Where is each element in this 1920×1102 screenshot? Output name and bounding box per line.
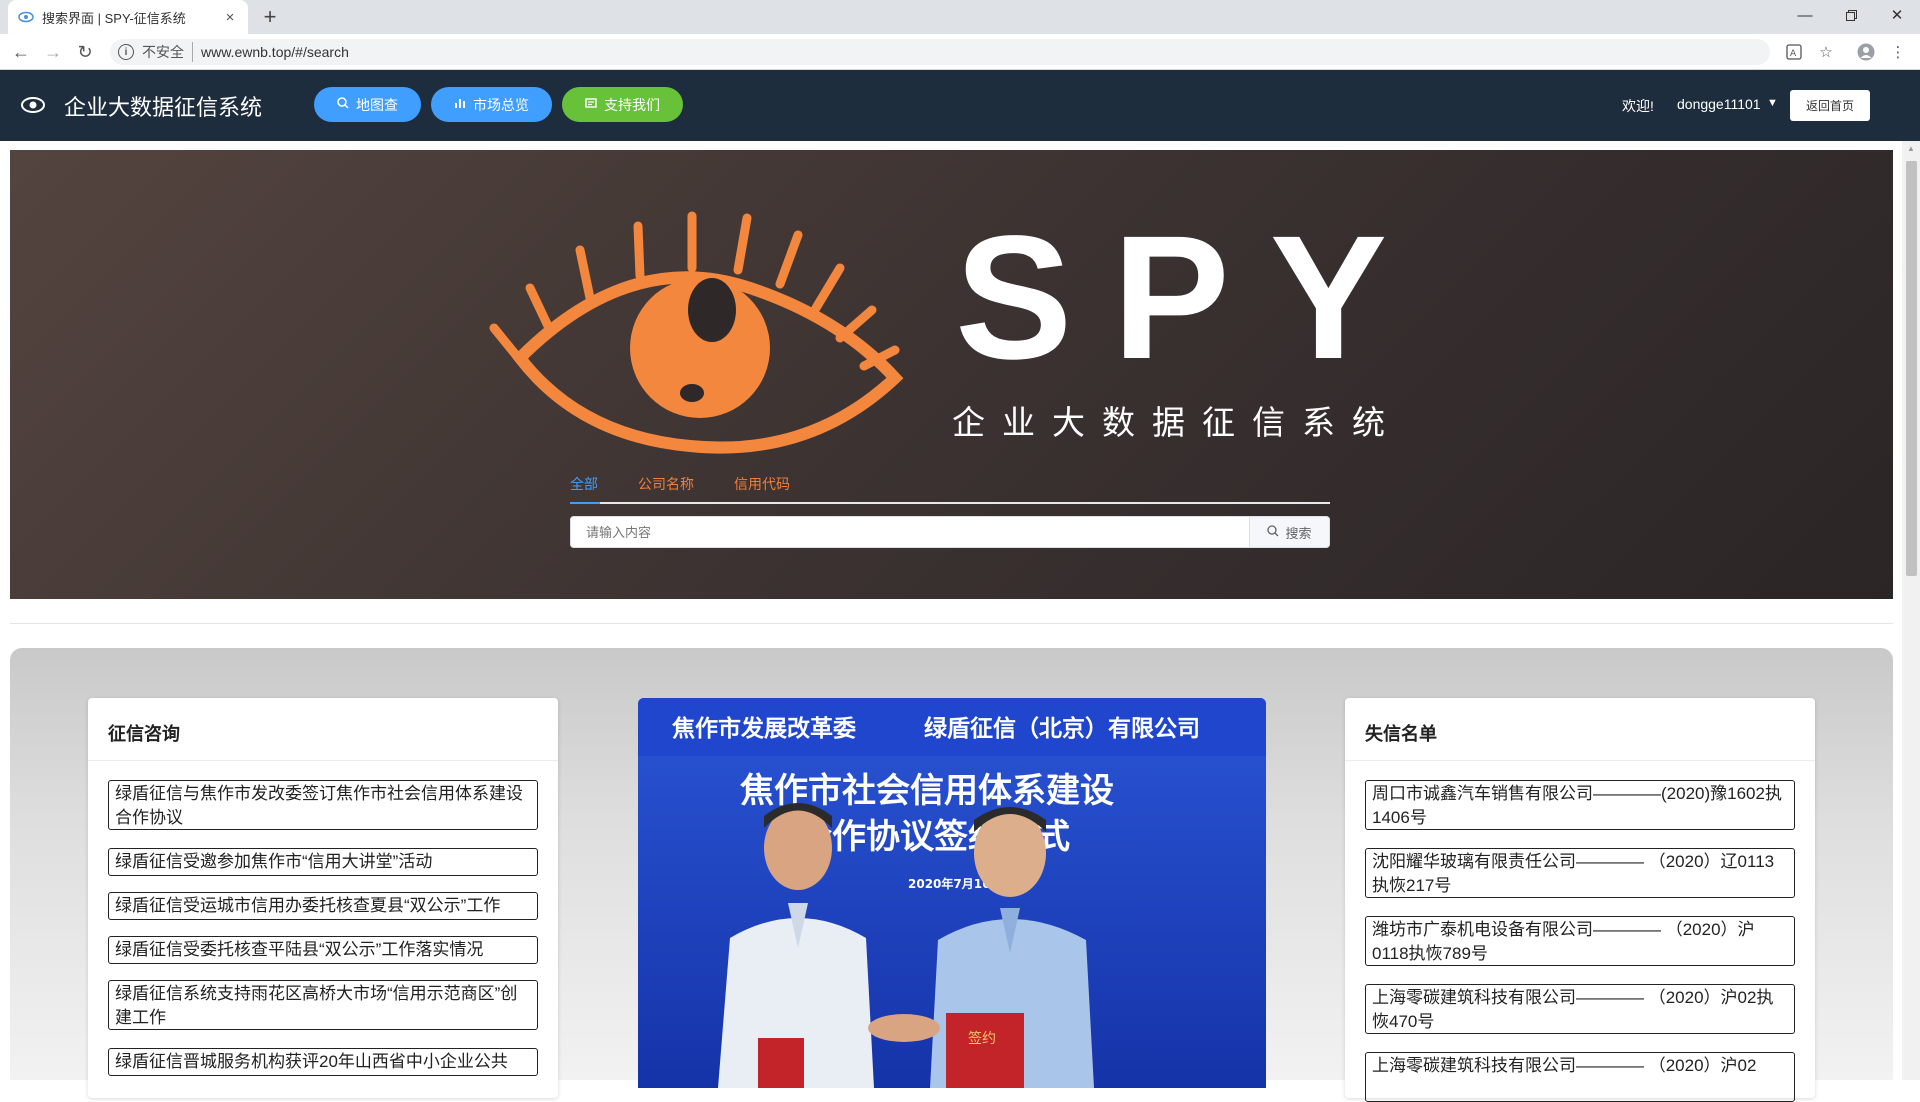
search-button[interactable]: 搜索: [1250, 516, 1330, 548]
panel-title-consult: 征信咨询: [108, 724, 180, 744]
consult-item[interactable]: 绿盾征信受邀参加焦作市“信用大讲堂”活动: [108, 848, 538, 876]
search-icon: [1267, 524, 1279, 540]
spy-eye-logo-icon: [489, 211, 904, 454]
consult-item[interactable]: 绿盾征信受委托核查平陆县“双公示”工作落实情况: [108, 936, 538, 964]
scroll-up-arrow-icon[interactable]: ▲: [1907, 144, 1915, 153]
blacklist-panel: 失信名单 周口市诚鑫汽车销售有限公司————(2020)豫1602执1406号 …: [1345, 698, 1815, 1102]
app-header: 企业大数据征信系统 地图查 市场总览 支持我们 欢迎! dongge11101 …: [0, 70, 1920, 141]
browser-tab[interactable]: 搜索界面 | SPY-征信系统 ×: [8, 0, 248, 34]
active-tab-indicator: [570, 502, 600, 504]
panel-title-blacklist: 失信名单: [1365, 724, 1437, 744]
search-bar: 搜索: [570, 516, 1330, 548]
search-button-label: 搜索: [1285, 525, 1312, 541]
support-icon: [585, 97, 597, 112]
bookmark-star-icon[interactable]: ☆: [1814, 40, 1838, 64]
app-title: 企业大数据征信系统: [64, 95, 263, 120]
blacklist-item[interactable]: 上海零碳建筑科技有限公司———— （2020）沪02执恢470号: [1365, 984, 1795, 1034]
red-folder-right: [946, 1013, 1024, 1088]
search-icon: [337, 97, 349, 112]
support-us-button[interactable]: 支持我们: [562, 87, 683, 122]
welcome-text: 欢迎!: [1622, 98, 1654, 114]
panel-divider: [88, 760, 558, 761]
handshake: [868, 1014, 940, 1042]
browser-menu-icon[interactable]: ⋮: [1886, 40, 1910, 64]
new-tab-button[interactable]: +: [258, 6, 282, 30]
map-search-button[interactable]: 地图查: [314, 87, 421, 122]
caret-down-icon[interactable]: ▼: [1767, 97, 1778, 109]
omnibox[interactable]: i 不安全 www.ewnb.top/#/search: [110, 39, 1770, 65]
page-scrollbar[interactable]: ▲: [1902, 141, 1920, 1080]
reload-icon[interactable]: ↻: [73, 40, 97, 64]
banner-right-text: 绿盾征信（北京）有限公司: [924, 715, 1200, 742]
restore-icon[interactable]: [1828, 0, 1874, 30]
blacklist-item[interactable]: 周口市诚鑫汽车销售有限公司————(2020)豫1602执1406号: [1365, 780, 1795, 830]
red-folder-left: [758, 1038, 804, 1088]
bar-chart-icon: [454, 97, 466, 112]
translate-icon[interactable]: A: [1782, 40, 1806, 64]
eye-favicon-icon: [18, 9, 34, 25]
back-home-button[interactable]: 返回首页: [1790, 90, 1870, 121]
url-text[interactable]: www.ewnb.top/#/search: [201, 44, 349, 60]
search-input[interactable]: [570, 516, 1250, 548]
consult-item[interactable]: 绿盾征信受运城市信用办委托核查夏县“双公示”工作: [108, 892, 538, 920]
signing-ceremony-photo[interactable]: 焦作市发展改革委 绿盾征信（北京）有限公司 焦作市社会信用体系建设 合作协议签约…: [638, 698, 1266, 1088]
consult-item[interactable]: 绿盾征信系统支持雨花区高桥大市场“信用示范商区”创建工作: [108, 980, 538, 1030]
content-section: 征信咨询 绿盾征信与焦作市发改委签订焦作市社会信用体系建设合作协议 绿盾征信受邀…: [10, 648, 1893, 1102]
scrollbar-thumb[interactable]: [1906, 161, 1917, 576]
market-overview-label: 市场总览: [473, 96, 529, 113]
username-dropdown[interactable]: dongge11101: [1677, 96, 1761, 112]
hero-banner: SPY 企业大数据征信系统 全部 公司名称 信用代码 搜索: [10, 150, 1893, 599]
info-icon[interactable]: i: [118, 44, 134, 60]
svg-text:A: A: [1790, 49, 1797, 59]
profile-avatar-icon[interactable]: [1854, 40, 1878, 64]
minimize-icon[interactable]: —: [1782, 0, 1828, 30]
market-overview-button[interactable]: 市场总览: [431, 87, 552, 122]
credit-consult-panel: 征信咨询 绿盾征信与焦作市发改委签订焦作市社会信用体系建设合作协议 绿盾征信受邀…: [88, 698, 558, 1098]
insecure-label: 不安全: [142, 42, 193, 62]
consult-item[interactable]: 绿盾征信与焦作市发改委签订焦作市社会信用体系建设合作协议: [108, 780, 538, 830]
tab-close-icon[interactable]: ×: [222, 9, 238, 26]
address-toolbar: ← → ↻ i 不安全 www.ewnb.top/#/search A ☆ ⋮: [0, 34, 1920, 70]
back-icon[interactable]: ←: [9, 40, 33, 64]
consult-item[interactable]: 绿盾征信晋城服务机构获评20年山西省中小企业公共: [108, 1048, 538, 1076]
browser-tab-strip: 搜索界面 | SPY-征信系统 × + — ✕: [0, 0, 1920, 34]
eye-logo-icon: [20, 94, 46, 116]
panel-divider: [1345, 760, 1815, 761]
search-type-tabs: 全部 公司名称 信用代码: [570, 465, 1330, 504]
close-window-icon[interactable]: ✕: [1874, 0, 1920, 30]
blacklist-item[interactable]: 沈阳耀华玻璃有限责任公司———— （2020）辽0113执恢217号: [1365, 848, 1795, 898]
tab-all[interactable]: 全部: [570, 474, 598, 494]
banner-left-text: 焦作市发展改革委: [672, 715, 856, 742]
tab-credit-code[interactable]: 信用代码: [734, 474, 790, 494]
blacklist-item[interactable]: 上海零碳建筑科技有限公司———— （2020）沪02: [1365, 1052, 1795, 1102]
support-us-label: 支持我们: [604, 96, 660, 113]
tab-title: 搜索界面 | SPY-征信系统: [42, 10, 186, 26]
section-divider: [10, 623, 1893, 624]
map-search-label: 地图查: [356, 96, 398, 113]
folder-text: 签约: [968, 1030, 996, 1047]
hero-subtitle: 企业大数据征信系统: [952, 404, 1402, 441]
spy-logo-text: SPY: [955, 200, 1428, 396]
blacklist-item[interactable]: 潍坊市广泰机电设备有限公司———— （2020）沪0118执恢789号: [1365, 916, 1795, 966]
forward-icon[interactable]: →: [41, 40, 65, 64]
tab-company-name[interactable]: 公司名称: [638, 474, 694, 494]
